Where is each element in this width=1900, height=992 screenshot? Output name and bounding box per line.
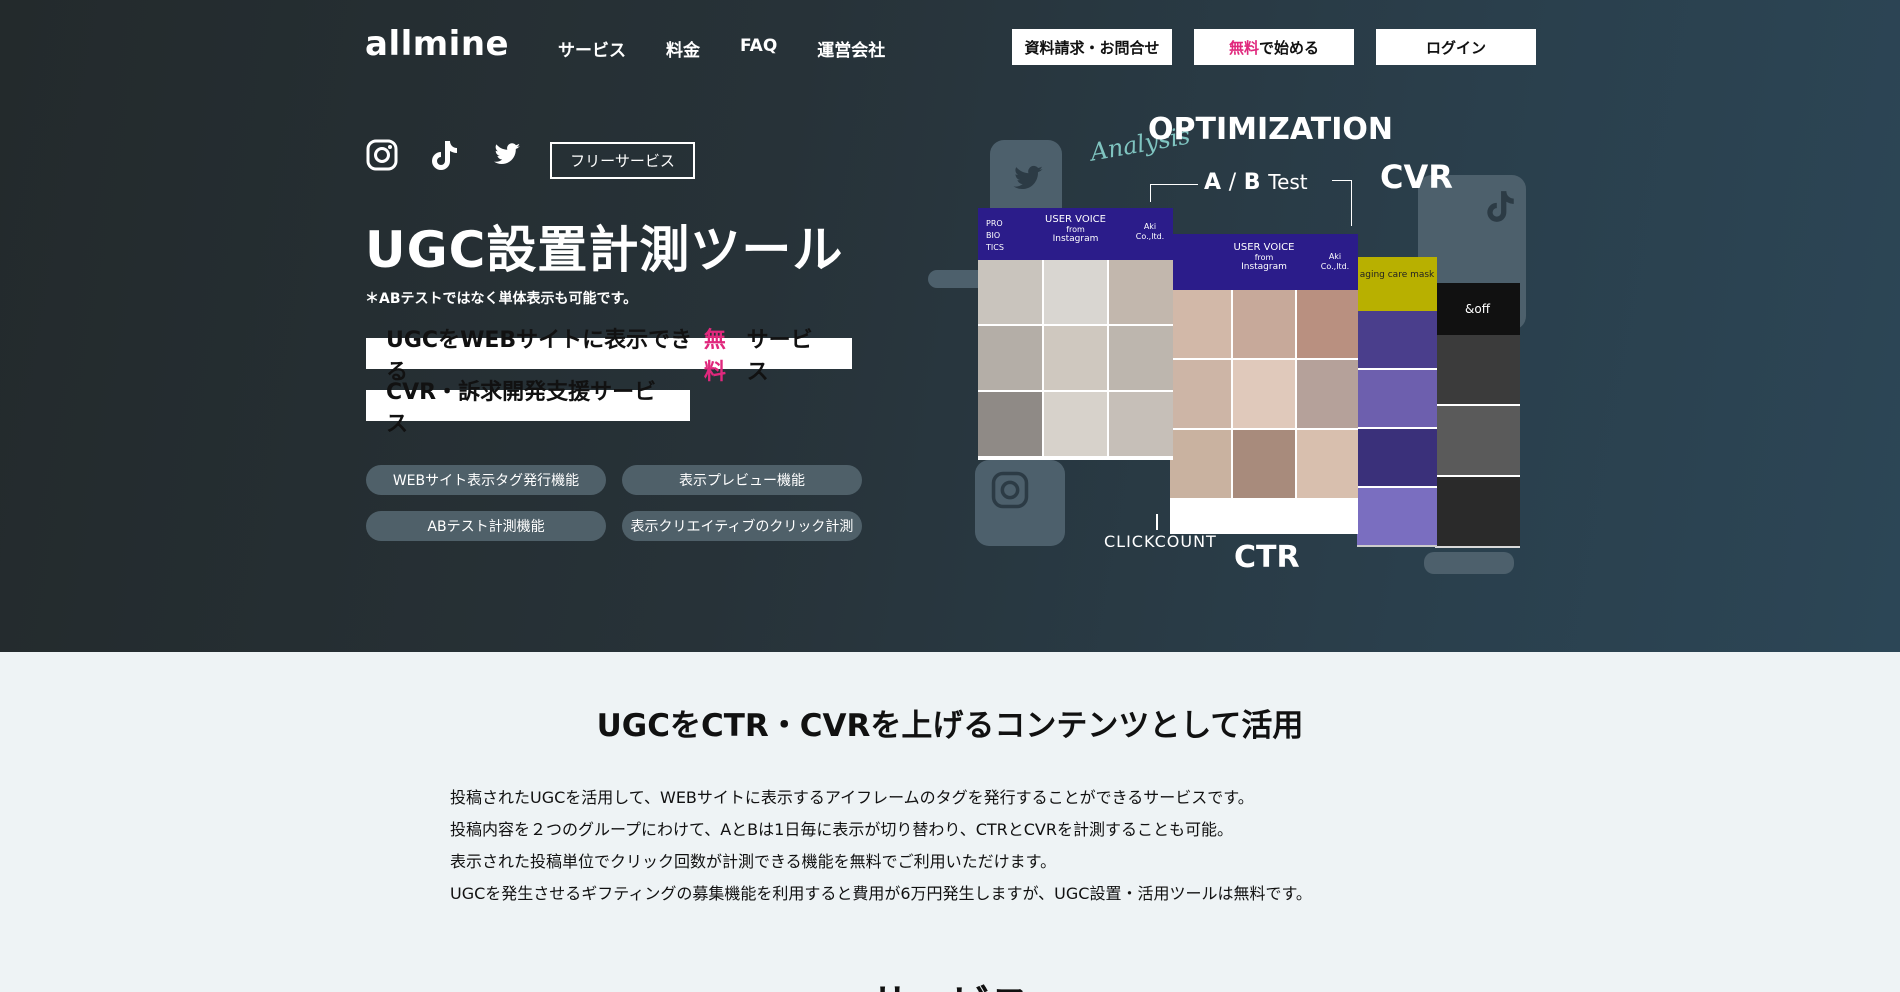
card1-brand: PRO BIO TICS: [986, 219, 1004, 252]
ugc-card-3: aging care mask: [1357, 257, 1437, 547]
nav-item-pricing[interactable]: 料金: [666, 36, 700, 61]
card2-company: Aki Co.,ltd.: [1320, 252, 1350, 271]
instagram-icon[interactable]: [365, 138, 399, 172]
ugc-card-2: USER VOICE from Instagram Aki Co.,ltd.: [1170, 234, 1358, 534]
hero-note: ＊ABテストではなく単体表示も可能です。: [365, 291, 638, 307]
service-section-title: サービス: [0, 972, 1900, 992]
login-button[interactable]: ログイン: [1376, 29, 1536, 65]
ctr-label: CTR: [1234, 540, 1300, 575]
intro-line-4: UGCを発生させるギフティングの募集機能を利用すると費用が6万円発生しますが、U…: [450, 884, 1312, 903]
instagram-icon: [991, 471, 1029, 509]
clickcount-label: CLICKCOUNT: [1104, 532, 1217, 551]
card1-grid: [978, 260, 1173, 456]
card4-grid: [1435, 335, 1520, 546]
nav-item-company[interactable]: 運営会社: [817, 36, 885, 61]
abtest-b: B: [1243, 170, 1261, 195]
tiktok-icon: [1487, 191, 1514, 222]
intro-line-3: 表示された投稿単位でクリック回数が計測できる機能を無料でご利用いただけます。: [450, 852, 1057, 871]
card4-header: &off: [1435, 283, 1520, 335]
twitter-icon[interactable]: [489, 138, 523, 172]
card2-grid: [1170, 290, 1358, 498]
main-nav: サービス 料金 FAQ 運営会社: [558, 36, 885, 61]
feature-pill-abtest: ABテスト計測機能: [366, 511, 606, 541]
tagline-free-service: UGCをWEBサイトに表示できる 無料 サービス: [366, 328, 852, 385]
card3-header: aging care mask: [1357, 257, 1437, 311]
intro-paragraph: 投稿されたUGCを活用して、WEBサイトに表示するアイフレームのタグを発行するこ…: [450, 782, 1312, 910]
login-button-label: ログイン: [1425, 38, 1486, 57]
logo[interactable]: allmine: [365, 24, 509, 64]
nav-item-faq[interactable]: FAQ: [740, 36, 777, 61]
tagline1-pink: 無料: [703, 327, 726, 385]
contact-button-label: 資料請求・お問合せ: [1024, 38, 1160, 57]
cvr-label: CVR: [1380, 158, 1453, 196]
start-free-button[interactable]: 無料 で始める: [1194, 29, 1354, 65]
feature-pill-preview: 表示プレビュー機能: [622, 465, 862, 495]
feature-pill-click: 表示クリエイティブのクリック計測: [622, 511, 862, 541]
ugc-card-1: PRO BIO TICS USER VOICE from Instagram A…: [978, 208, 1173, 460]
intro-line-1: 投稿されたUGCを活用して、WEBサイトに表示するアイフレームのタグを発行するこ…: [450, 788, 1254, 807]
sns-icons: [365, 138, 523, 172]
abtest-line-right: [1332, 180, 1352, 226]
tagline-cvr-support: CVR・訴求開発支援サービス: [366, 380, 690, 437]
feature-pill-tag: WEBサイト表示タグ発行機能: [366, 465, 606, 495]
twitter-icon: [1013, 165, 1043, 190]
nav-item-service[interactable]: サービス: [558, 36, 626, 61]
abtest-slash: /: [1228, 170, 1237, 195]
card2-header: USER VOICE from Instagram Aki Co.,ltd.: [1170, 234, 1358, 290]
optimization-label: OPTIMIZATION: [1148, 112, 1394, 147]
free-service-badge: フリーサービス: [550, 142, 695, 179]
abtest-line-left: [1150, 184, 1198, 202]
abtest-a: A: [1204, 170, 1222, 195]
intro-title: UGCをCTR・CVRを上げるコンテンツとして活用: [596, 708, 1304, 744]
card1-company: Aki Co.,ltd.: [1135, 222, 1165, 241]
start-free-label: で始める: [1259, 38, 1320, 57]
hero-title: UGC設置計測ツール: [365, 221, 844, 279]
card1-header: PRO BIO TICS USER VOICE from Instagram A…: [978, 208, 1173, 260]
ugc-collage-illustration: &off aging care mask USER VOICE from Ins…: [928, 100, 1550, 590]
tiktok-icon[interactable]: [427, 138, 461, 172]
ghost-bar-right: [1424, 552, 1514, 574]
intro-line-2: 投稿内容を２つのグループにわけて、AとBは1日毎に表示が切り替わり、CTRとCV…: [450, 820, 1233, 839]
clickcount-line: [1156, 514, 1158, 530]
contact-button[interactable]: 資料請求・お問合せ: [1012, 29, 1172, 65]
tagline1-text-b: サービス: [746, 327, 813, 385]
abtest-label: A / B Test: [1204, 170, 1308, 195]
ugc-card-4: &off: [1435, 283, 1520, 548]
card3-grid: [1357, 311, 1437, 545]
start-free-pink: 無料: [1228, 38, 1259, 57]
abtest-test: Test: [1268, 170, 1308, 194]
hero-section: allmine サービス 料金 FAQ 運営会社 資料請求・お問合せ 無料 で始め…: [0, 0, 1900, 652]
